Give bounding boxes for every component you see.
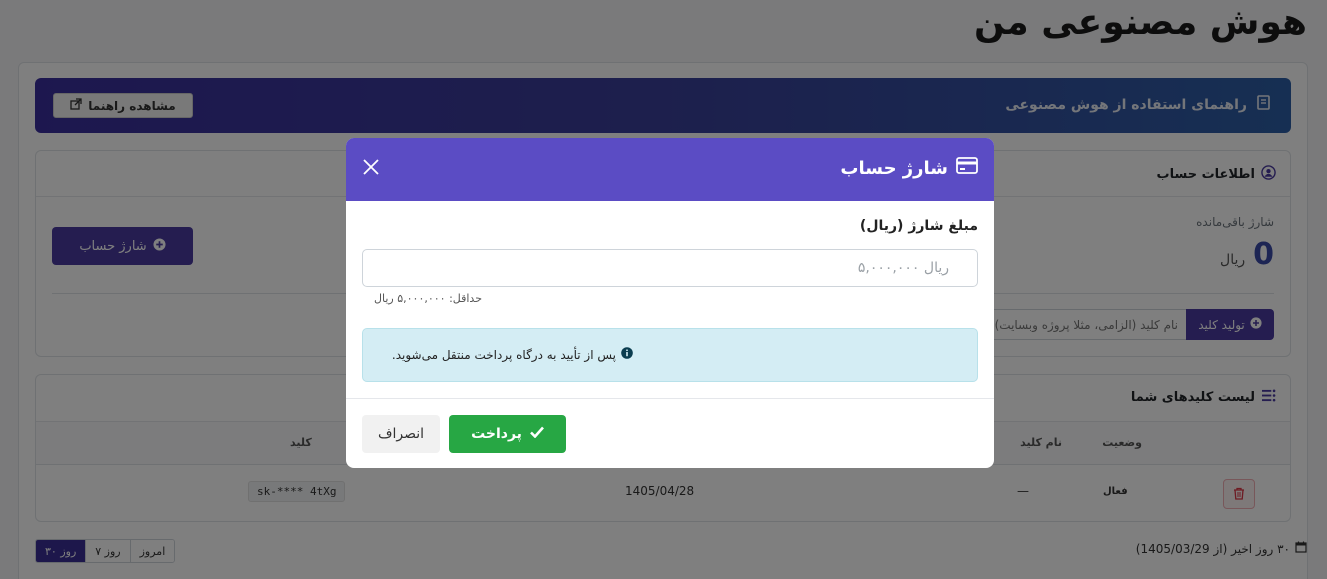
check-icon [530,426,544,442]
modal-header: شارژ حساب [346,138,994,201]
close-button[interactable] [360,158,382,180]
info-alert-content: پس از تأیید به درگاه پرداخت منتقل می‌شوی… [392,347,633,362]
modal-title-group: شارژ حساب [840,157,978,179]
modal-title: شارژ حساب [840,157,948,179]
pay-button[interactable]: پرداخت [449,415,566,453]
info-alert-text: پس از تأیید به درگاه پرداخت منتقل می‌شوی… [391,347,616,362]
amount-input[interactable] [362,249,978,287]
min-amount-hint: حداقل: ۵,۰۰۰,۰۰۰ ریال [374,292,482,305]
pay-button-label: پرداخت [471,426,522,442]
cancel-button-label: انصراف [377,426,425,442]
amount-label: مبلغ شارژ (ریال) [859,218,978,234]
close-icon [362,158,380,180]
modal-footer-divider [346,398,994,399]
info-icon [621,347,633,362]
charge-modal: شارژ حساب مبلغ شارژ (ریال) حداقل: ۵,۰۰۰,… [346,138,994,468]
info-alert: پس از تأیید به درگاه پرداخت منتقل می‌شوی… [362,328,978,382]
credit-card-icon [956,157,978,179]
cancel-button[interactable]: انصراف [362,415,440,453]
